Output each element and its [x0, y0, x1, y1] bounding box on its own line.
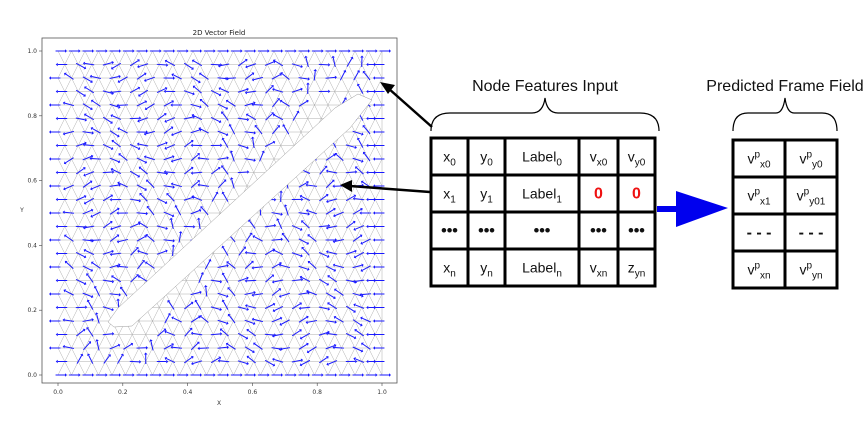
cell-main: v — [747, 188, 754, 204]
input-brace — [430, 97, 660, 132]
cell-main: y — [480, 186, 487, 202]
cell-sub: 0 — [450, 158, 456, 169]
x-tick-label: 0.8 — [312, 389, 322, 396]
cell-text: ••• — [628, 223, 645, 240]
cell-sub: x0 — [760, 160, 771, 171]
cell-sub: y0 — [812, 160, 823, 171]
x-tick-label: 0.4 — [183, 389, 193, 396]
y-tick-label: 0.6 — [27, 178, 37, 185]
blue-flow-arrow — [657, 191, 728, 227]
cell-sub: 1 — [450, 195, 456, 206]
cell-text: - - - — [799, 225, 824, 242]
cell-main: x — [443, 186, 450, 202]
input-table-title: Node Features Input — [472, 78, 618, 95]
cell-sub: n — [487, 269, 493, 280]
output-brace — [732, 97, 838, 132]
cell-main: v — [799, 151, 806, 167]
x-tick-label: 0.6 — [248, 389, 258, 396]
cell-text: ••• — [534, 223, 551, 240]
cell-main: v — [628, 149, 635, 165]
cell-text: 0 — [632, 186, 641, 203]
cell-main: v — [590, 260, 597, 276]
output-table-title: Predicted Frame Field — [706, 78, 863, 95]
diagram-canvas: 2D Vector Field 0.0 0.2 0.4 0.6 0.8 1.0 0.0 0.2… — [19, 29, 864, 407]
cell-sub: x0 — [597, 158, 608, 169]
y-tick-label: 0.4 — [27, 242, 37, 249]
cell-main: y — [480, 149, 487, 165]
cell-sub: n — [450, 269, 456, 280]
input-table: x0 y0 Label0 vx0 vy0x1 y1 Label1 0 0••• ••• ••• •••… — [429, 136, 657, 288]
cell-sub: 0 — [487, 158, 493, 169]
y-tick-label: 0.2 — [27, 307, 37, 314]
cell-main: v — [590, 149, 597, 165]
predicted-frame-field: Predicted Frame Field vpx0 vpy0vpx1 vpy01-… — [706, 78, 864, 290]
cell-sub: n — [556, 269, 562, 280]
cell-sub: 0 — [556, 158, 562, 169]
cell-sub: yn — [812, 271, 823, 282]
cell-main: v — [747, 151, 754, 167]
flow-arrowhead-icon — [676, 191, 728, 227]
cell-sub: y01 — [809, 197, 826, 208]
cell-main: v — [747, 262, 754, 278]
cell-text: ••• — [590, 223, 607, 240]
cell-main: Label — [522, 149, 556, 165]
cell-text: 0 — [594, 186, 603, 203]
cell-main: Label — [522, 186, 556, 202]
cell-sub: 1 — [556, 195, 562, 206]
cell-main: x — [443, 149, 450, 165]
node-features-input: Node Features Input x0 y0 Label0 vx0 vy0x1 y1… — [429, 78, 660, 288]
y-tick-label: 0.0 — [27, 372, 37, 379]
cell-sub: x1 — [760, 197, 771, 208]
cell-main: y — [480, 260, 487, 276]
cell-main: Label — [522, 260, 556, 276]
x-tick-label: 0.2 — [118, 389, 128, 396]
y-tick-label: 1.0 — [27, 48, 37, 55]
x-axis-label: X — [217, 400, 221, 407]
x-tick-label: 0.0 — [53, 389, 63, 396]
cell-main: v — [797, 188, 804, 204]
cell-main: z — [628, 260, 635, 276]
cell-text: - - - — [747, 225, 772, 242]
vector-field-plot: 2D Vector Field 0.0 0.2 0.4 0.6 0.8 1.0 0.0 0.2… — [19, 29, 398, 407]
cell-sub: xn — [760, 271, 771, 282]
cell-text: ••• — [478, 223, 495, 240]
x-tick-label: 1.0 — [377, 389, 387, 396]
cell-sub: yn — [635, 269, 646, 280]
cell-main: x — [443, 260, 450, 276]
plot-title: 2D Vector Field — [193, 29, 246, 37]
y-axis-label: Y — [19, 207, 24, 214]
cell-text: ••• — [441, 223, 458, 240]
y-tick-label: 0.8 — [27, 113, 37, 120]
output-table: vpx0 vpy0vpx1 vpy01- - -- - -vpxn vpyn — [731, 138, 839, 290]
cell-sub: 1 — [487, 195, 493, 206]
cell-main: v — [799, 262, 806, 278]
cell-sub: y0 — [635, 158, 646, 169]
cell-sub: xn — [597, 269, 608, 280]
